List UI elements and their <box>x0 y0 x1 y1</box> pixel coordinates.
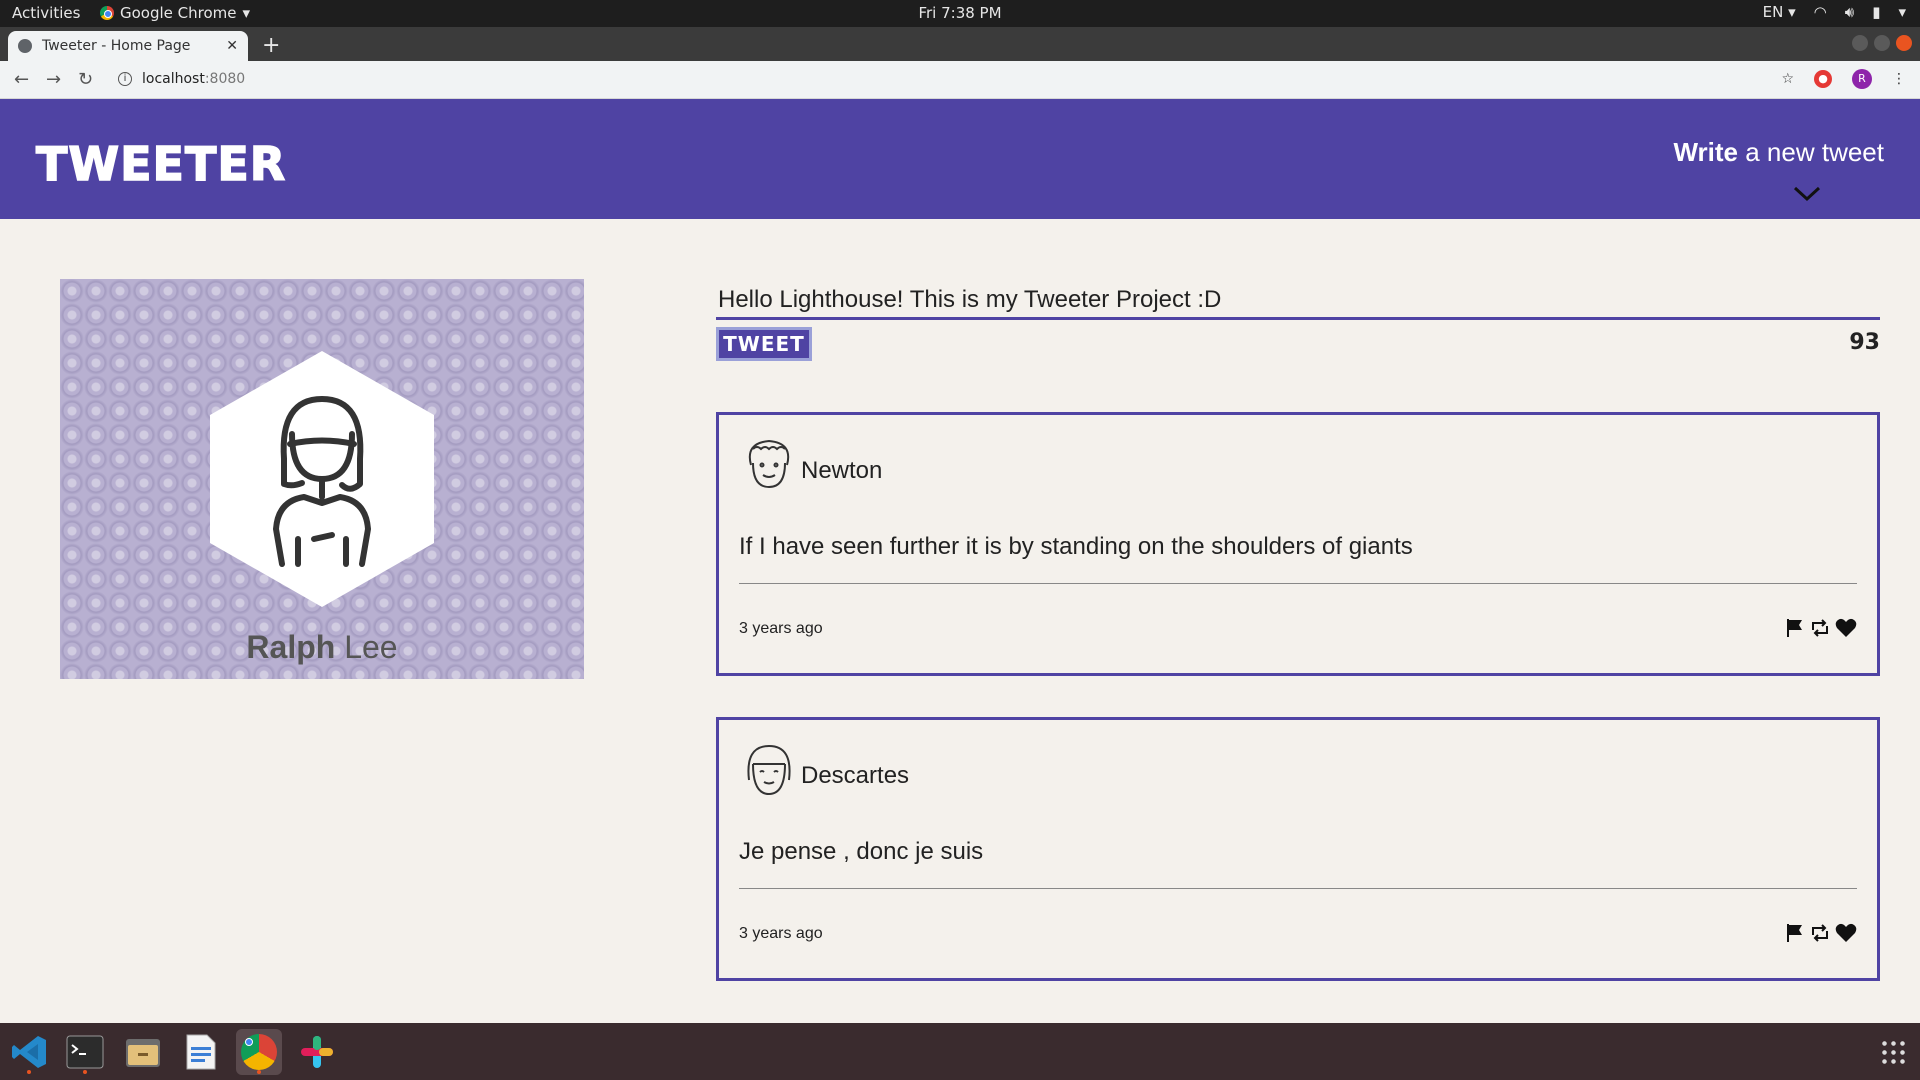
slack-icon <box>301 1036 333 1068</box>
char-counter: 93 <box>1849 330 1880 355</box>
url-host: localhost <box>142 71 205 87</box>
flag-icon[interactable] <box>1785 618 1805 638</box>
tweet-timestamp: 3 years ago <box>739 925 823 942</box>
dock-slack[interactable] <box>294 1029 340 1075</box>
tweet-author: Descartes <box>801 762 910 789</box>
chevron-down-icon[interactable] <box>1792 179 1822 209</box>
flag-icon[interactable] <box>1785 923 1805 943</box>
language-indicator[interactable]: EN ▾ <box>1763 3 1796 21</box>
wifi-icon: ◠ <box>1813 3 1827 21</box>
tab-strip: Tweeter - Home Page ✕ + <box>0 27 1920 61</box>
web-page: TWEETER Write a new tweet Ralph Lee Hell… <box>0 99 1920 1023</box>
running-indicator <box>83 1070 87 1074</box>
tweet-actions <box>1785 618 1857 638</box>
descartes-avatar-icon <box>747 744 791 796</box>
files-icon <box>126 1039 160 1067</box>
vscode-icon <box>12 1036 46 1068</box>
tweet-card: Newton If I have seen further it is by s… <box>716 412 1880 676</box>
retweet-icon[interactable] <box>1809 923 1831 943</box>
chrome-icon <box>241 1034 277 1070</box>
site-logo[interactable]: TWEETER <box>35 136 286 192</box>
dock-text-editor[interactable] <box>178 1029 224 1075</box>
system-tray[interactable]: EN ▾ ◠ 🔊︎ ▮ ▾ <box>1763 3 1906 21</box>
compose-text: a new tweet <box>1738 137 1884 167</box>
dock-vscode[interactable] <box>6 1029 52 1075</box>
running-indicator <box>27 1070 31 1074</box>
clock[interactable]: Fri 7:38 PM <box>0 4 1920 22</box>
tweet-divider <box>739 888 1857 889</box>
tab-title: Tweeter - Home Page <box>42 38 191 54</box>
dock-chrome[interactable] <box>236 1029 282 1075</box>
close-window-button[interactable] <box>1896 35 1912 51</box>
tweet-actions <box>1785 923 1857 943</box>
toolbar-right: ☆ ● R ⋮ <box>1781 69 1906 89</box>
profile-hexagon <box>210 351 434 607</box>
address-bar: ← → ↻ i localhost:8080 ☆ ● R ⋮ <box>0 61 1920 99</box>
star-icon[interactable]: ☆ <box>1781 71 1794 87</box>
volume-icon: 🔊︎ <box>1844 3 1855 21</box>
tweet-textarea[interactable] <box>716 282 1880 320</box>
system-top-bar: Activities Google Chrome ▾ Fri 7:38 PM E… <box>0 0 1920 27</box>
profile-avatar[interactable]: R <box>1852 69 1872 89</box>
tweet-button[interactable]: TWEET <box>716 327 812 361</box>
profile-name: Ralph Lee <box>60 629 584 666</box>
battery-icon: ▮ <box>1872 3 1881 21</box>
info-icon[interactable]: i <box>118 72 132 86</box>
url-field[interactable]: i localhost:8080 <box>118 71 245 87</box>
more-menu-icon[interactable]: ⋮ <box>1892 71 1906 87</box>
terminal-icon <box>66 1035 104 1069</box>
profile-last-name: Lee <box>335 629 398 665</box>
dock-terminal[interactable] <box>62 1029 108 1075</box>
reload-icon[interactable]: ↻ <box>78 69 93 90</box>
user-avatar-icon <box>273 396 371 567</box>
new-tab-button[interactable]: + <box>262 33 280 58</box>
window-controls <box>1852 35 1912 51</box>
maximize-button[interactable] <box>1874 35 1890 51</box>
new-tweet-form: TWEET 93 <box>716 282 1880 361</box>
text-editor-icon <box>186 1034 216 1070</box>
close-tab-icon[interactable]: ✕ <box>226 38 238 54</box>
tweet-divider <box>739 583 1857 584</box>
tweet-card: Descartes Je pense , donc je suis 3 year… <box>716 717 1880 981</box>
dock-files[interactable] <box>120 1029 166 1075</box>
tweet-author: Newton <box>801 457 883 484</box>
tab-tweeter-home[interactable]: Tweeter - Home Page ✕ <box>8 31 248 61</box>
globe-icon <box>18 39 32 53</box>
retweet-icon[interactable] <box>1809 618 1831 638</box>
heart-icon[interactable] <box>1835 618 1857 638</box>
minimize-button[interactable] <box>1852 35 1868 51</box>
extension-icon[interactable]: ● <box>1814 70 1832 88</box>
url-port: :8080 <box>204 71 246 87</box>
tweet-timestamp: 3 years ago <box>739 620 823 637</box>
heart-icon[interactable] <box>1835 923 1857 943</box>
show-applications-icon[interactable] <box>1880 1039 1906 1065</box>
compose-toggle[interactable]: Write a new tweet <box>1673 137 1884 168</box>
back-arrow-icon[interactable]: ← <box>14 69 29 90</box>
dock <box>0 1023 1920 1080</box>
tweet-content: Je pense , donc je suis <box>739 838 984 865</box>
newton-avatar-icon <box>748 439 790 489</box>
tweet-content: If I have seen further it is by standing… <box>739 533 1413 560</box>
caret-down-icon: ▾ <box>1898 3 1906 21</box>
running-indicator <box>257 1070 261 1074</box>
forward-arrow-icon[interactable]: → <box>46 69 61 90</box>
profile-first-name: Ralph <box>246 629 336 665</box>
profile-card: Ralph Lee <box>60 279 584 679</box>
site-nav: TWEETER Write a new tweet <box>0 99 1920 219</box>
compose-bold: Write <box>1673 137 1739 167</box>
